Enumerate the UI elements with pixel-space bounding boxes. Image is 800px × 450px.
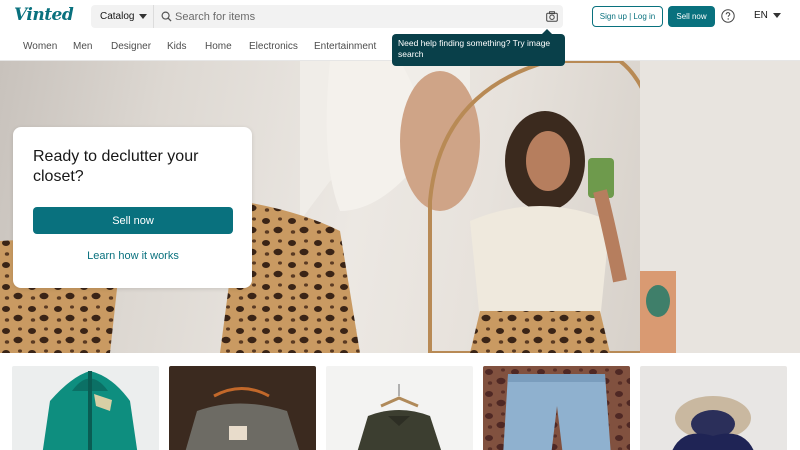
help-icon[interactable] (721, 9, 735, 23)
catalog-dropdown[interactable]: Catalog (91, 5, 154, 28)
chevron-down-icon (772, 13, 781, 18)
chevron-down-icon (139, 14, 148, 19)
search-bar: Catalog (91, 5, 563, 28)
nav-item-home[interactable]: Home (205, 41, 232, 52)
search-input[interactable] (175, 8, 525, 25)
hero-sell-now-button[interactable]: Sell now (33, 207, 233, 234)
nav-item-women[interactable]: Women (23, 41, 57, 52)
language-selector[interactable]: EN (754, 10, 781, 21)
hero-banner: Ready to declutter your closet? Sell now… (0, 61, 800, 353)
declutter-card: Ready to declutter your closet? Sell now… (13, 127, 252, 288)
camera-icon[interactable] (546, 11, 558, 22)
product-card[interactable] (169, 366, 316, 450)
image-search-tooltip: Need help finding something? Try image s… (392, 29, 565, 66)
product-image-navy-parka (640, 366, 787, 450)
search-icon (161, 11, 172, 22)
product-image-light-blue-jeans (483, 366, 630, 450)
product-card[interactable] (326, 366, 473, 450)
top-header: Vinted Catalog Sign up | Log in Sell now… (0, 0, 800, 33)
product-card[interactable] (640, 366, 787, 450)
product-image-grey-jacket (169, 366, 316, 450)
nav-item-entertainment[interactable]: Entertainment (314, 41, 376, 52)
nav-item-designer[interactable]: Designer (111, 41, 151, 52)
product-card[interactable] (12, 366, 159, 450)
nav-item-men[interactable]: Men (73, 41, 92, 52)
nav-item-kids[interactable]: Kids (167, 41, 186, 52)
signup-login-button[interactable]: Sign up | Log in (592, 6, 663, 27)
product-image-green-jacket (12, 366, 159, 450)
vinted-logo[interactable]: Vinted (14, 5, 74, 25)
nav-item-electronics[interactable]: Electronics (249, 41, 298, 52)
learn-how-it-works-link[interactable]: Learn how it works (33, 248, 233, 264)
hero-title: Ready to declutter your closet? (33, 148, 199, 185)
language-label: EN (754, 10, 768, 21)
product-grid (0, 353, 800, 450)
sell-now-button[interactable]: Sell now (668, 6, 715, 27)
product-card[interactable] (483, 366, 630, 450)
product-image-dark-polo-shirt (326, 366, 473, 450)
catalog-label: Catalog (100, 11, 135, 22)
